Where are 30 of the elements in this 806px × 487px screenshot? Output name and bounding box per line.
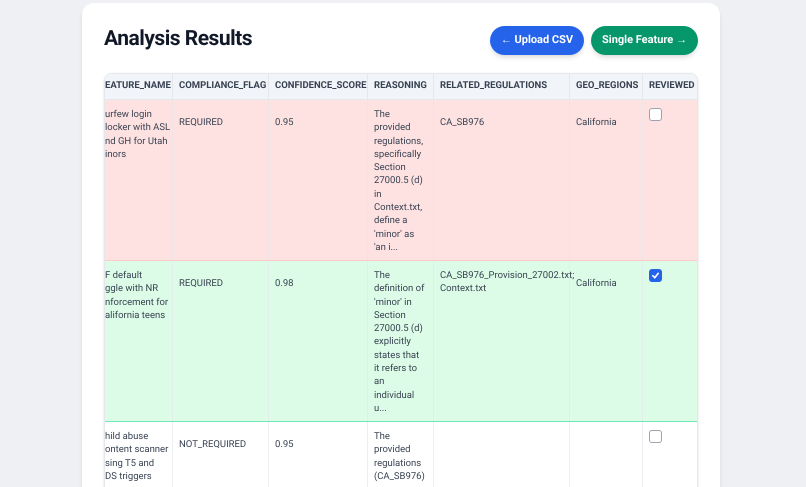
column-header: REVIEWED	[643, 74, 697, 99]
table-cell: 0.95	[275, 438, 294, 452]
single-feature-button[interactable]: Single Feature →	[591, 26, 698, 54]
table-cell: The definition of 'minor' in Section 27000.5 (d) explicitly states that it refers to an individual u...	[374, 269, 424, 416]
table-cell: hild abuse ontent scanner sing T5 and DS triggers	[105, 430, 168, 484]
column-header: CONFIDENCE_SCORE	[269, 74, 368, 99]
table-cell: urfew login locker with ASL nd GH for Utah inors	[105, 108, 170, 162]
table-cell: CA_SB976	[440, 116, 484, 130]
table-cell: The provided regulations, specifically Section 27000.5 (d) in Context.txt, define a 'minor' as 'an i...	[374, 108, 424, 254]
table-cell: 0.95	[275, 116, 294, 130]
check-icon	[651, 271, 660, 280]
reviewed-checkbox[interactable]	[649, 108, 662, 121]
table-cell: REQUIRED	[179, 116, 224, 130]
upload-csv-button[interactable]: ← Upload CSV	[490, 26, 584, 54]
table-cell: F default ggle with NR nforcement for alifornia teens	[105, 269, 168, 322]
table-cell: REQUIRED	[179, 277, 224, 290]
reviewed-checkbox[interactable]	[649, 269, 662, 282]
table-cell: 0.98	[275, 277, 294, 290]
column-header: GEO_REGIONS	[570, 74, 643, 99]
table-cell: California	[576, 116, 617, 130]
reviewed-checkbox[interactable]	[649, 430, 662, 443]
column-header: RELATED_REGULATIONS	[434, 74, 570, 99]
table-cell: CA_SB976_Provision_27002.txt; Context.txt	[440, 269, 574, 296]
column-header: COMPLIANCE_FLAG	[173, 74, 269, 99]
column-header: REASONING	[368, 74, 434, 99]
table-cell: NOT_REQUIRED	[179, 438, 246, 452]
page-title: Analysis Results	[104, 26, 252, 54]
table-cell: California	[576, 277, 617, 290]
table-cell: The provided regulations (CA_SB976)	[374, 430, 425, 484]
column-header: EATURE_NAME	[105, 74, 173, 99]
